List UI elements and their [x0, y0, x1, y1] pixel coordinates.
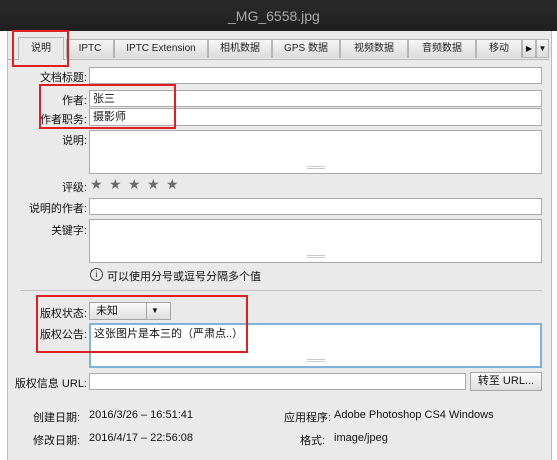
created-date-label: 创建日期:	[33, 412, 81, 424]
resize-grip-icon[interactable]	[306, 255, 325, 258]
application-value: Adobe Photoshop CS4 Windows	[334, 409, 494, 421]
star-icon[interactable]: ★	[147, 176, 160, 193]
description-label: 说明:	[61, 135, 87, 147]
star-icon[interactable]: ★	[109, 176, 122, 193]
application-label: 应用程序:	[284, 412, 332, 424]
rating-label: 评级:	[61, 182, 87, 194]
doc-title-label: 文档标题:	[39, 72, 87, 84]
keywords-label: 关键字:	[50, 225, 87, 237]
resize-grip-icon[interactable]	[306, 166, 325, 169]
description-writer-field[interactable]	[89, 198, 542, 215]
modified-date-label: 修改日期:	[33, 435, 81, 447]
resize-grip-icon[interactable]	[306, 359, 325, 362]
format-value: image/jpeg	[334, 432, 388, 444]
star-icon[interactable]: ★	[90, 176, 103, 193]
description-textarea[interactable]	[89, 130, 542, 174]
keywords-textarea[interactable]	[89, 219, 542, 263]
tab-mobile[interactable]: 移动	[476, 39, 522, 58]
tab-iptc-extension[interactable]: IPTC Extension	[114, 39, 208, 58]
tab-gps-data[interactable]: GPS 数据	[272, 39, 340, 58]
copyright-url-label: 版权信息 URL:	[14, 378, 87, 390]
tab-video-data[interactable]: 视频数据	[340, 39, 408, 58]
star-icon[interactable]: ★	[166, 176, 179, 193]
format-label: 格式:	[300, 435, 326, 447]
star-icon[interactable]: ★	[128, 176, 141, 193]
keywords-hint: 可以使用分号或逗号分隔多个值	[107, 271, 261, 283]
tab-audio-data[interactable]: 音频数据	[408, 39, 476, 58]
window-titlebar: _MG_6558.jpg	[0, 0, 557, 31]
go-to-url-button[interactable]: 转至 URL...	[470, 372, 542, 391]
modified-date-value: 2016/4/17 – 22:56:08	[89, 432, 193, 444]
description-writer-label: 说明的作者:	[28, 203, 87, 215]
tab-camera-data[interactable]: 相机数据	[208, 39, 272, 58]
created-date-value: 2016/3/26 – 16:51:41	[89, 409, 193, 421]
info-icon: i	[90, 268, 103, 281]
annotation-box-author	[39, 84, 176, 129]
tab-scroll-right-icon[interactable]: ▶	[522, 39, 536, 58]
annotation-box-copyright	[36, 295, 248, 353]
tab-description[interactable]: 说明	[18, 37, 64, 60]
tab-menu-dropdown-icon[interactable]: ▼	[536, 39, 549, 58]
tab-iptc[interactable]: IPTC	[66, 39, 114, 58]
doc-title-field[interactable]	[89, 67, 542, 84]
copyright-url-field[interactable]	[89, 373, 466, 390]
section-divider	[20, 290, 542, 291]
window-title: _MG_6558.jpg	[228, 8, 320, 24]
tab-bar: 说明 IPTC IPTC Extension 相机数据 GPS 数据 视频数据 …	[8, 36, 549, 60]
